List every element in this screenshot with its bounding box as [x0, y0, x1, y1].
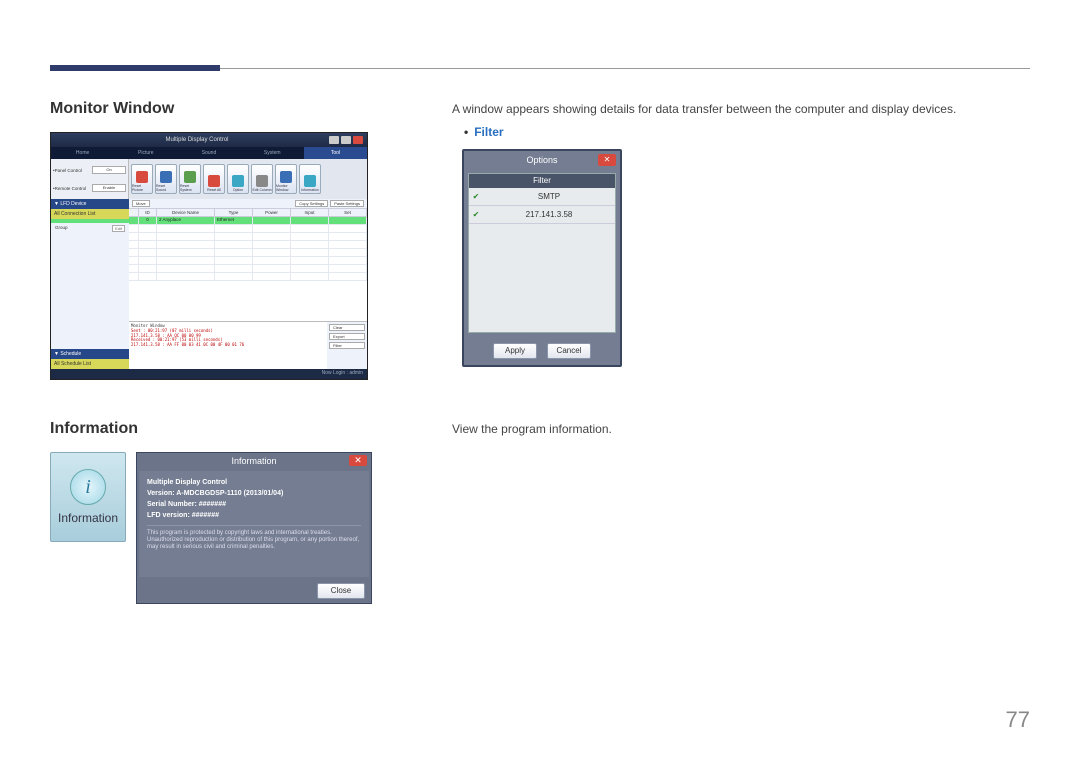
- move-button[interactable]: Move: [132, 200, 150, 207]
- grid-row-empty: [129, 265, 367, 273]
- tab-sound[interactable]: Sound: [177, 147, 240, 159]
- grid-header: ID Device Name Type Power Input Set: [129, 209, 367, 217]
- info-dialog-title: Information: [231, 456, 276, 466]
- reset-all-icon: [208, 175, 220, 187]
- clear-button[interactable]: Clear: [329, 324, 365, 331]
- options-title: Options: [526, 155, 557, 165]
- col-device-name: Device Name: [157, 209, 215, 216]
- sidebar-group-label: Group: [55, 225, 68, 232]
- accent-bar: [50, 65, 220, 71]
- cancel-button[interactable]: Cancel: [547, 343, 591, 359]
- close-button[interactable]: Close: [317, 583, 365, 599]
- remote-control-combo[interactable]: Enable: [92, 184, 126, 192]
- paste-settings-button[interactable]: Paste Settings: [330, 200, 364, 207]
- reset-picture-icon: [136, 171, 148, 183]
- info-serial: Serial Number: #######: [147, 501, 361, 508]
- apply-button[interactable]: Apply: [493, 343, 537, 359]
- grid-row-empty: [129, 225, 367, 233]
- toolbar-option-button[interactable]: Option: [227, 164, 249, 194]
- tab-tool[interactable]: Tool: [304, 147, 367, 159]
- check-icon[interactable]: ✔: [469, 192, 483, 201]
- app-titlebar: Multiple Display Control: [51, 133, 367, 147]
- app-sidebar: ▼ LFD Device All Connection List Group E…: [51, 199, 129, 369]
- info-icon: i: [70, 469, 106, 505]
- col-set: Set: [329, 209, 367, 216]
- app-screenshot: Multiple Display Control Home Picture So…: [50, 132, 368, 380]
- monitor-window-icon: [280, 171, 292, 183]
- filter-bullet: •Filter: [452, 125, 1030, 139]
- remote-control-label: •Remote Control: [53, 186, 86, 191]
- sidebar-group-item[interactable]: Group Edit: [51, 223, 129, 234]
- copy-settings-button[interactable]: Copy Settings: [295, 200, 328, 207]
- info-program-name: Multiple Display Control: [147, 479, 361, 486]
- reset-sound-icon: [160, 171, 172, 183]
- check-icon[interactable]: ✔: [469, 210, 483, 219]
- col-id: ID: [139, 209, 157, 216]
- grid-row-empty: [129, 241, 367, 249]
- sidebar-lfd-header[interactable]: ▼ LFD Device: [51, 199, 129, 209]
- status-bar: Now Login : admin: [51, 369, 367, 379]
- grid-row-empty: [129, 273, 367, 281]
- information-tile[interactable]: i Information: [50, 452, 126, 542]
- toolbar-information-button[interactable]: Information: [299, 164, 321, 194]
- toolbar-reset-all-button[interactable]: Reset All: [203, 164, 225, 194]
- toolbar-edit-column-button[interactable]: Edit Column: [251, 164, 273, 194]
- page-number: 77: [1006, 707, 1030, 733]
- grid-row-empty: [129, 249, 367, 257]
- grid-row-empty: [129, 257, 367, 265]
- panel-control-label: •Panel Control: [53, 168, 82, 173]
- minimize-button[interactable]: [329, 136, 339, 144]
- info-tile-label: Information: [58, 511, 118, 525]
- information-icon: [304, 175, 316, 187]
- panel-control-combo[interactable]: On: [92, 166, 126, 174]
- options-subheader: Filter: [469, 174, 615, 188]
- info-version: Version: A-MDCBGDSP-1110 (2013/01/04): [147, 490, 361, 497]
- app-title: Multiple Display Control: [65, 137, 329, 143]
- col-type: Type: [215, 209, 253, 216]
- toolbar-monitor-window-button[interactable]: Monitor Window: [275, 164, 297, 194]
- tab-picture[interactable]: Picture: [114, 147, 177, 159]
- toolbar-reset-picture-button[interactable]: Reset Picture: [131, 164, 153, 194]
- app-toolbar: •Panel Control On •Remote Control Enable…: [51, 159, 367, 199]
- information-heading: Information: [50, 420, 390, 438]
- information-desc: View the program information.: [452, 420, 1030, 439]
- info-legal-text: This program is protected by copyright l…: [147, 525, 361, 552]
- sidebar-schedule-header[interactable]: ▼ Schedule: [51, 349, 129, 359]
- tab-home[interactable]: Home: [51, 147, 114, 159]
- maximize-button[interactable]: [341, 136, 351, 144]
- filter-row-smtp[interactable]: ✔ SMTP: [469, 188, 615, 206]
- options-close-button[interactable]: ✕: [598, 154, 616, 166]
- monitor-log: Monitor Window Sent : 00:21:97 (07 milli…: [129, 322, 327, 369]
- grid-row-selected[interactable]: 0 2 Anyplace Ethernet: [129, 217, 367, 225]
- export-button[interactable]: Export: [329, 333, 365, 340]
- sidebar-edit-button[interactable]: Edit: [112, 225, 125, 232]
- reset-system-icon: [184, 171, 196, 183]
- col-power: Power: [253, 209, 291, 216]
- monitor-window-desc: A window appears showing details for dat…: [452, 100, 1030, 119]
- monitor-window-heading: Monitor Window: [50, 100, 390, 118]
- close-button[interactable]: [353, 136, 363, 144]
- app-tabs: Home Picture Sound System Tool: [51, 147, 367, 159]
- tab-system[interactable]: System: [241, 147, 304, 159]
- options-dialog: Options ✕ Filter ✔ SMTP ✔ 217.141.3.58 A…: [462, 149, 622, 367]
- toolbar-reset-system-button[interactable]: Reset System: [179, 164, 201, 194]
- filter-button[interactable]: Filter: [329, 342, 365, 349]
- option-icon: [232, 175, 244, 187]
- toolbar-reset-sound-button[interactable]: Reset Sound: [155, 164, 177, 194]
- edit-column-icon: [256, 175, 268, 187]
- grid-row-empty: [129, 233, 367, 241]
- info-lfd-version: LFD version: #######: [147, 512, 361, 519]
- info-close-button[interactable]: ✕: [349, 455, 367, 466]
- filter-row-ip[interactable]: ✔ 217.141.3.58: [469, 206, 615, 224]
- sidebar-all-schedule[interactable]: All Schedule List: [51, 359, 129, 369]
- col-input: Input: [291, 209, 329, 216]
- sidebar-all-connection[interactable]: All Connection List: [51, 209, 129, 219]
- information-dialog: Information ✕ Multiple Display Control V…: [136, 452, 372, 604]
